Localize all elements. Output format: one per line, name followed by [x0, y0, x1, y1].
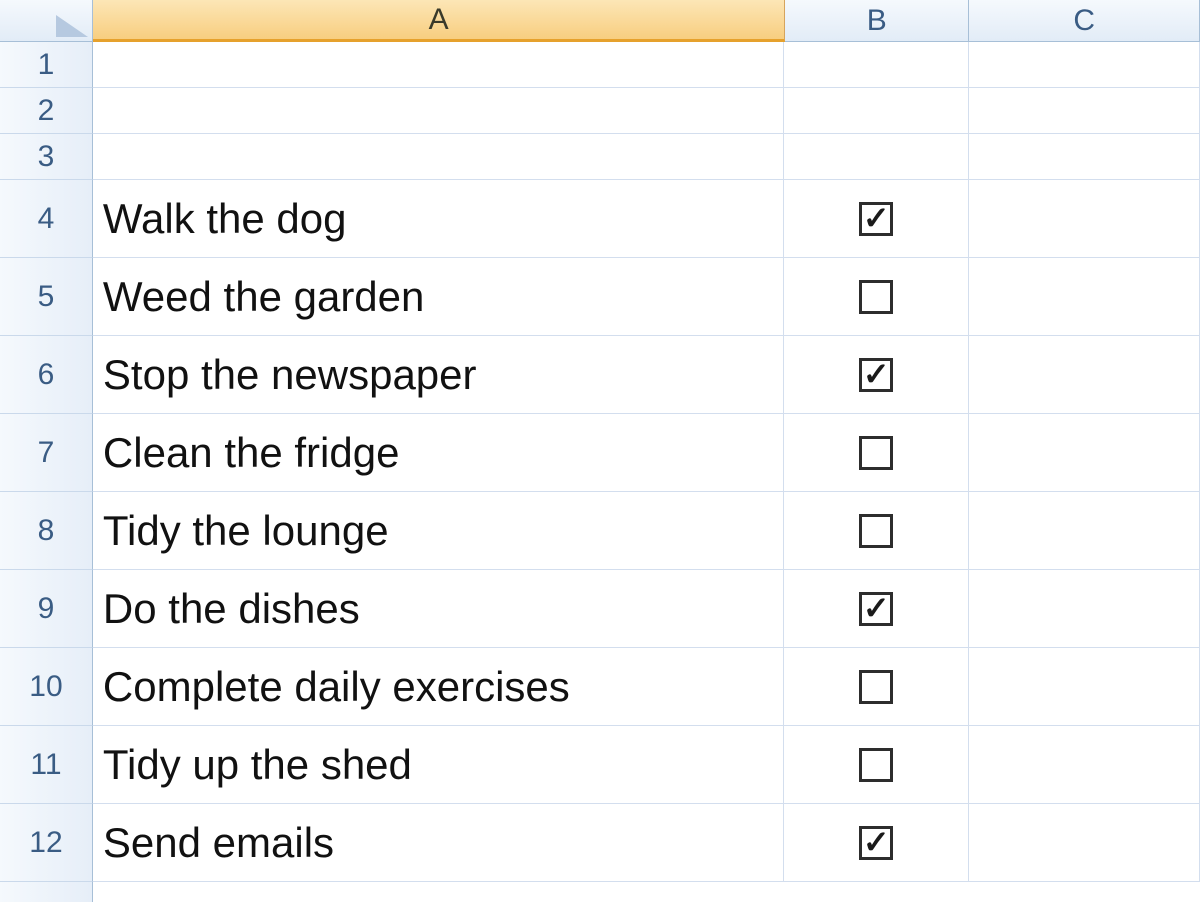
table-row: 12Send emails ✓ [0, 804, 1200, 882]
select-all-corner[interactable] [0, 0, 93, 42]
table-row: 9Do the dishes ✓ [0, 570, 1200, 648]
checkbox-row-12[interactable]: ✓ [859, 826, 893, 860]
column-header-A[interactable]: A [93, 0, 785, 42]
cell-C10[interactable] [969, 648, 1200, 726]
cell-B9[interactable]: ✓ [784, 570, 969, 648]
row-header-13[interactable] [0, 882, 93, 902]
cell-B10[interactable] [784, 648, 969, 726]
cell-A2[interactable] [93, 88, 785, 134]
row-header-11[interactable]: 11 [0, 726, 93, 804]
table-row [0, 882, 1200, 902]
rows-area: 1234Walk the dog✓5Weed the garden6Stop t… [0, 42, 1200, 902]
cell-B8[interactable] [784, 492, 969, 570]
cell-C6[interactable] [969, 336, 1200, 414]
cell-C7[interactable] [969, 414, 1200, 492]
table-row: 4Walk the dog ✓ [0, 180, 1200, 258]
row-header-8[interactable]: 8 [0, 492, 93, 570]
cell-C13[interactable] [969, 882, 1200, 902]
cell-B6[interactable]: ✓ [784, 336, 969, 414]
table-row: 1 [0, 42, 1200, 88]
cell-A7[interactable]: Clean the fridge [93, 414, 785, 492]
checkbox-row-8[interactable] [859, 514, 893, 548]
row-header-10[interactable]: 10 [0, 648, 93, 726]
checkbox-row-7[interactable] [859, 436, 893, 470]
row-header-4[interactable]: 4 [0, 180, 93, 258]
column-header-row: A B C [0, 0, 1200, 42]
cell-A12[interactable]: Send emails [93, 804, 785, 882]
spreadsheet-view: A B C 1234Walk the dog✓5Weed the garden6… [0, 0, 1200, 902]
table-row: 3 [0, 134, 1200, 180]
cell-A8[interactable]: Tidy the lounge [93, 492, 785, 570]
column-header-B[interactable]: B [785, 0, 969, 42]
cell-C3[interactable] [969, 134, 1200, 180]
checkbox-row-10[interactable] [859, 670, 893, 704]
table-row: 10Complete daily exercises [0, 648, 1200, 726]
select-all-triangle-icon [56, 15, 88, 37]
cell-A6[interactable]: Stop the newspaper [93, 336, 785, 414]
table-row: 7Clean the fridge [0, 414, 1200, 492]
cell-A10[interactable]: Complete daily exercises [93, 648, 785, 726]
cell-B2[interactable] [784, 88, 969, 134]
cell-C12[interactable] [969, 804, 1200, 882]
cell-C2[interactable] [969, 88, 1200, 134]
checkbox-row-9[interactable]: ✓ [859, 592, 893, 626]
row-header-9[interactable]: 9 [0, 570, 93, 648]
cell-B13[interactable] [785, 882, 969, 902]
cell-B3[interactable] [784, 134, 969, 180]
cell-A4[interactable]: Walk the dog [93, 180, 785, 258]
row-header-5[interactable]: 5 [0, 258, 93, 336]
checkbox-row-5[interactable] [859, 280, 893, 314]
cell-C5[interactable] [969, 258, 1200, 336]
column-header-C[interactable]: C [969, 0, 1200, 42]
table-row: 2 [0, 88, 1200, 134]
table-row: 11Tidy up the shed [0, 726, 1200, 804]
cell-C9[interactable] [969, 570, 1200, 648]
table-row: 5Weed the garden [0, 258, 1200, 336]
cell-C1[interactable] [969, 42, 1200, 88]
checkbox-row-4[interactable]: ✓ [859, 202, 893, 236]
cell-A11[interactable]: Tidy up the shed [93, 726, 785, 804]
table-row: 8Tidy the lounge [0, 492, 1200, 570]
row-header-3[interactable]: 3 [0, 134, 93, 180]
table-row: 6Stop the newspaper ✓ [0, 336, 1200, 414]
row-header-7[interactable]: 7 [0, 414, 93, 492]
row-header-1[interactable]: 1 [0, 42, 93, 88]
cell-A13[interactable] [93, 882, 785, 902]
row-header-12[interactable]: 12 [0, 804, 93, 882]
cell-B5[interactable] [784, 258, 969, 336]
cell-B4[interactable]: ✓ [784, 180, 969, 258]
cell-B11[interactable] [784, 726, 969, 804]
cell-A5[interactable]: Weed the garden [93, 258, 785, 336]
row-header-2[interactable]: 2 [0, 88, 93, 134]
cell-A1[interactable] [93, 42, 785, 88]
cell-A3[interactable] [93, 134, 785, 180]
checkbox-row-6[interactable]: ✓ [859, 358, 893, 392]
cell-B1[interactable] [784, 42, 969, 88]
cell-A9[interactable]: Do the dishes [93, 570, 785, 648]
checkbox-row-11[interactable] [859, 748, 893, 782]
cell-B7[interactable] [784, 414, 969, 492]
cell-C4[interactable] [969, 180, 1200, 258]
cell-C8[interactable] [969, 492, 1200, 570]
cell-B12[interactable]: ✓ [784, 804, 969, 882]
row-header-6[interactable]: 6 [0, 336, 93, 414]
cell-C11[interactable] [969, 726, 1200, 804]
